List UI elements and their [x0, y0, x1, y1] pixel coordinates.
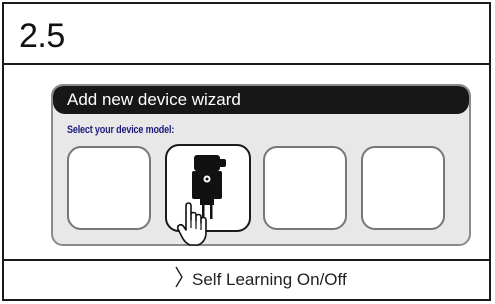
self-learning-label: Self Learning On/Off	[192, 269, 347, 289]
device-tile-1[interactable]	[67, 146, 151, 230]
step-number: 2.5	[19, 17, 65, 55]
top-divider	[4, 63, 489, 65]
chevron-right-icon	[174, 266, 184, 293]
wizard-header: Add new device wizard	[53, 86, 469, 114]
device-tile-3[interactable]	[263, 146, 347, 230]
add-device-wizard: Add new device wizard Select your device…	[51, 84, 471, 246]
self-learning-toggle[interactable]: Self Learning On/Off	[174, 266, 347, 293]
bottom-divider	[4, 259, 489, 261]
select-model-label: Select your device model:	[67, 124, 175, 136]
instruction-frame: 2.5 Add new device wizard Select your de…	[2, 2, 491, 301]
hand-pointer-icon	[176, 202, 210, 253]
wizard-title: Add new device wizard	[67, 90, 241, 109]
device-tile-4[interactable]	[361, 146, 445, 230]
